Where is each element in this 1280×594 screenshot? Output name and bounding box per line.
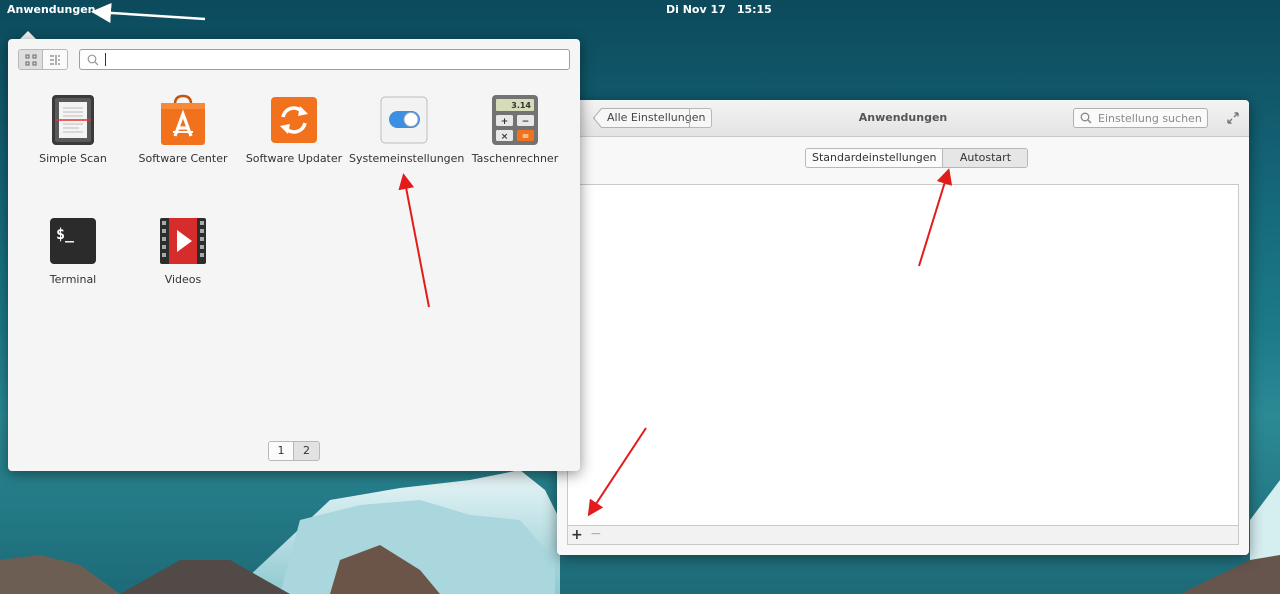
remove-autostart-button[interactable]: − [590,526,602,542]
autostart-list[interactable] [567,184,1239,525]
app-software-updater[interactable]: Software Updater [239,94,349,184]
calc-key-times: × [501,132,509,142]
calculator-display-text: 3.14 [511,101,531,110]
calc-key-minus: − [522,117,530,127]
add-autostart-button[interactable]: + [571,527,583,543]
app-page-switcher: 1 2 [268,441,320,461]
search-icon [87,54,99,65]
app-label: Systemeinstellungen [349,152,465,165]
app-search-input[interactable] [79,49,570,70]
view-mode-toggle [18,49,68,70]
app-software-center[interactable]: Software Center [128,94,238,184]
terminal-prompt-text: $_ [56,225,75,243]
top-panel: Anwendungen Di Nov 17 15:15 [0,0,1280,20]
autostart-toolbar: + − [567,525,1239,545]
software-center-icon [161,94,205,145]
search-icon [1080,112,1092,124]
settings-window: Alle Einstellungen Anwendungen Einstellu… [557,100,1249,555]
app-label: Software Center [138,152,228,165]
settings-search-input[interactable]: Einstellung suchen [1073,108,1208,128]
app-label: Taschenrechner [471,152,559,165]
tab-standardeinstellungen[interactable]: Standardeinstellungen [806,149,944,167]
application-menu: Simple Scan Software Center Software Upd… [8,39,580,471]
settings-search-placeholder: Einstellung suchen [1098,111,1202,125]
settings-headerbar: Alle Einstellungen Anwendungen Einstellu… [557,100,1249,137]
calculator-icon: 3.14 + − × = [492,95,538,145]
app-simple-scan[interactable]: Simple Scan [18,94,128,184]
tab-autostart[interactable]: Autostart [943,149,1028,167]
grid-view-button[interactable] [19,50,43,69]
panel-clock[interactable]: Di Nov 17 15:15 [666,3,783,16]
app-taschenrechner[interactable]: 3.14 + − × = Taschenrechner [460,94,570,184]
terminal-icon: $_ [50,218,96,264]
settings-tab-switcher: Standardeinstellungen Autostart [805,148,1029,168]
category-view-icon [50,54,60,65]
page-button-2[interactable]: 2 [294,442,319,460]
calc-key-plus: + [501,117,509,127]
grid-view-icon [25,54,36,65]
page-button-1[interactable]: 1 [269,442,294,460]
videos-icon [160,218,206,264]
software-updater-icon [271,97,317,143]
panel-applications-button[interactable]: Anwendungen [7,3,96,16]
calc-key-equals: = [522,132,530,142]
app-label: Videos [164,273,202,286]
panel-time: 15:15 [736,3,772,16]
app-label: Simple Scan [39,152,107,165]
app-terminal[interactable]: $_ Terminal [18,215,128,305]
app-systemeinstellungen[interactable]: Systemeinstellungen [349,94,465,184]
category-view-button[interactable] [43,50,67,69]
maximize-icon[interactable] [1226,111,1240,125]
app-label: Software Updater [245,152,343,165]
app-videos[interactable]: Videos [128,215,238,305]
text-caret [105,53,106,66]
app-label: Terminal [49,273,97,286]
scanner-icon [52,95,94,145]
panel-date: Di Nov 17 [666,3,726,16]
system-settings-icon [380,96,428,144]
